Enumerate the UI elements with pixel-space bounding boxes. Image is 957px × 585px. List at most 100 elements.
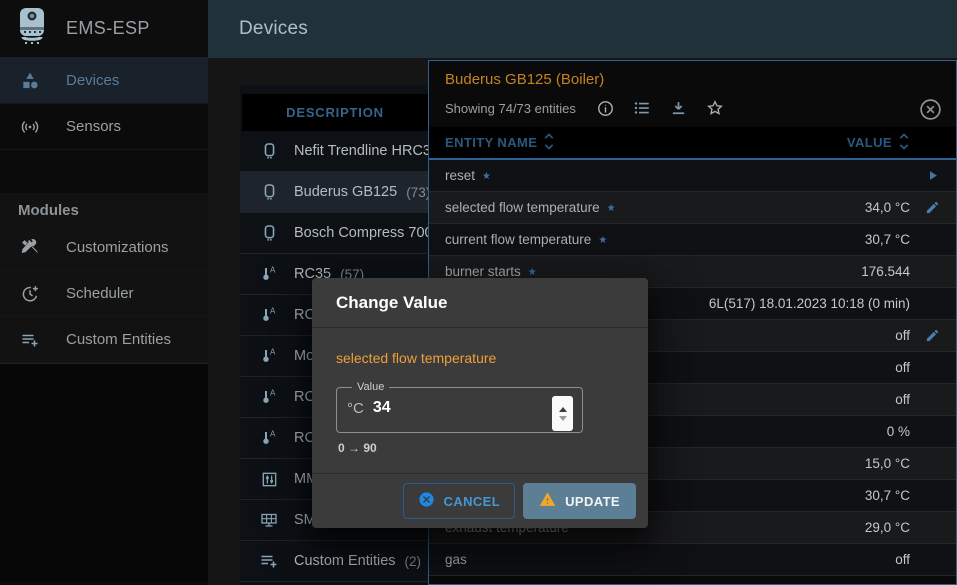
sidebar-item-label: Custom Entities <box>66 331 171 348</box>
page-title: Devices <box>239 18 308 40</box>
device-name: Buderus GB125 <box>294 184 397 200</box>
category-icon <box>18 71 42 91</box>
panel-title: Buderus GB125 (Boiler) <box>445 71 940 88</box>
value-input[interactable] <box>373 399 523 417</box>
panel-toolbar: Showing 74/73 entities <box>445 99 940 117</box>
sidebar-bottom <box>0 364 208 581</box>
entity-value: 6L(517) 18.01.2023 10:18 (0 min) <box>709 296 910 311</box>
sidebar: EMS-ESP Devices Sensors Modules Customiz… <box>0 0 208 585</box>
device-entity-count: (73) <box>406 185 430 200</box>
number-stepper[interactable] <box>552 396 573 431</box>
entity-value: 29,0 °C <box>865 520 910 535</box>
value-column-header[interactable]: VALUE <box>847 133 909 153</box>
svg-text:A: A <box>270 266 276 275</box>
dialog-title: Change Value <box>312 278 648 328</box>
sidebar-nav: Devices Sensors Modules Customizations S… <box>0 58 208 581</box>
entity-row: reset★ <box>429 160 956 192</box>
entity-name: burner starts★ <box>445 264 861 279</box>
sidebar-item-custom-entities[interactable]: Custom Entities <box>0 317 208 363</box>
thermostat-icon: A <box>257 306 281 324</box>
svg-text:A: A <box>270 389 276 398</box>
favorite-star-icon: ★ <box>482 171 491 182</box>
thermostat-icon: A <box>257 347 281 365</box>
sidebar-item-label: Scheduler <box>66 285 134 302</box>
clock-plus-icon <box>18 284 42 304</box>
star-icon[interactable] <box>706 99 724 117</box>
sort-icon <box>544 133 554 153</box>
mixer-icon <box>257 471 281 488</box>
edit-icon[interactable] <box>910 200 940 215</box>
sidebar-section-modules: Modules Customizations Scheduler Custom … <box>0 193 208 364</box>
entity-value: off <box>895 360 910 375</box>
entity-name: reset★ <box>445 168 910 183</box>
sidebar-item-sensors[interactable]: Sensors <box>0 104 208 150</box>
update-button[interactable]: UPDATE <box>523 483 636 519</box>
entity-name: current flow temperature★ <box>445 232 865 247</box>
unit-adornment: °C <box>347 400 364 417</box>
favorite-star-icon: ★ <box>528 267 537 278</box>
modules-section-label: Modules <box>0 193 208 225</box>
svg-text:A: A <box>270 430 276 439</box>
dialog-actions: CANCEL UPDATE <box>312 473 648 528</box>
ems-esp-app: EMS-ESP Devices Sensors Modules Customiz… <box>0 0 957 585</box>
entities-table-header: ENTITY NAME VALUE <box>429 127 956 160</box>
boiler-logo-icon <box>16 7 48 50</box>
edit-icon[interactable] <box>910 328 940 343</box>
device-name: Bosch Compress 700 <box>294 225 433 241</box>
play-icon[interactable] <box>910 168 940 183</box>
list-icon[interactable] <box>633 99 651 117</box>
entity-name-column-header[interactable]: ENTITY NAME <box>445 133 847 153</box>
stepper-up-icon[interactable] <box>559 407 567 412</box>
entity-row: selected flow temperature★ 34,0 °C <box>429 192 956 224</box>
dialog-entity-name: selected flow temperature <box>336 350 624 366</box>
sidebar-spacer <box>0 150 208 193</box>
sidebar-item-label: Customizations <box>66 239 169 256</box>
app-title: EMS-ESP <box>66 18 150 39</box>
stepper-down-icon[interactable] <box>559 416 567 421</box>
entity-value: 0 % <box>887 424 910 439</box>
sort-icon <box>899 133 909 153</box>
boiler-icon <box>257 183 281 201</box>
boiler-icon <box>257 142 281 160</box>
device-name: Custom Entities <box>294 553 396 569</box>
entity-name: gas <box>445 552 895 567</box>
antenna-icon <box>18 117 42 137</box>
description-column-header: DESCRIPTION <box>242 105 428 120</box>
sidebar-item-label: Devices <box>66 72 119 89</box>
appbar: Devices <box>208 0 957 58</box>
solar-icon <box>257 512 281 529</box>
warning-icon <box>539 491 556 511</box>
value-field-label: Value <box>352 381 389 393</box>
thermostat-icon: A <box>257 265 281 283</box>
change-value-dialog: Change Value selected flow temperature V… <box>312 278 648 528</box>
thermostat-icon: A <box>257 429 281 447</box>
sidebar-item-scheduler[interactable]: Scheduler <box>0 271 208 317</box>
entity-name: selected flow temperature★ <box>445 200 865 215</box>
download-icon[interactable] <box>670 100 687 117</box>
sidebar-item-label: Sensors <box>66 118 121 135</box>
entities-count-text: Showing 74/73 entities <box>445 101 576 116</box>
entity-value: 176.544 <box>861 264 910 279</box>
tools-icon <box>18 238 42 258</box>
cancel-icon <box>418 491 435 511</box>
close-icon[interactable] <box>918 97 943 122</box>
sidebar-item-customizations[interactable]: Customizations <box>0 225 208 271</box>
svg-text:A: A <box>270 348 276 357</box>
value-field: Value °C <box>336 381 583 433</box>
entity-value: off <box>895 328 910 343</box>
entity-value: 30,7 °C <box>865 488 910 503</box>
playlist-add-icon <box>18 332 42 348</box>
sidebar-item-devices[interactable]: Devices <box>0 58 208 104</box>
info-icon[interactable] <box>597 100 614 117</box>
device-name: Nefit Trendline HRC30 <box>294 143 439 159</box>
dialog-body: selected flow temperature Value °C 0 → 9… <box>312 328 648 455</box>
entity-value: 30,7 °C <box>865 232 910 247</box>
entity-row: gas off <box>429 544 956 576</box>
svg-text:A: A <box>270 307 276 316</box>
app-logo-row: EMS-ESP <box>0 0 208 58</box>
entity-value: 15,0 °C <box>865 456 910 471</box>
entity-value: off <box>895 392 910 407</box>
panel-header: Buderus GB125 (Boiler) Showing 74/73 ent… <box>429 61 956 127</box>
cancel-button[interactable]: CANCEL <box>403 483 516 519</box>
boiler-icon <box>257 224 281 242</box>
